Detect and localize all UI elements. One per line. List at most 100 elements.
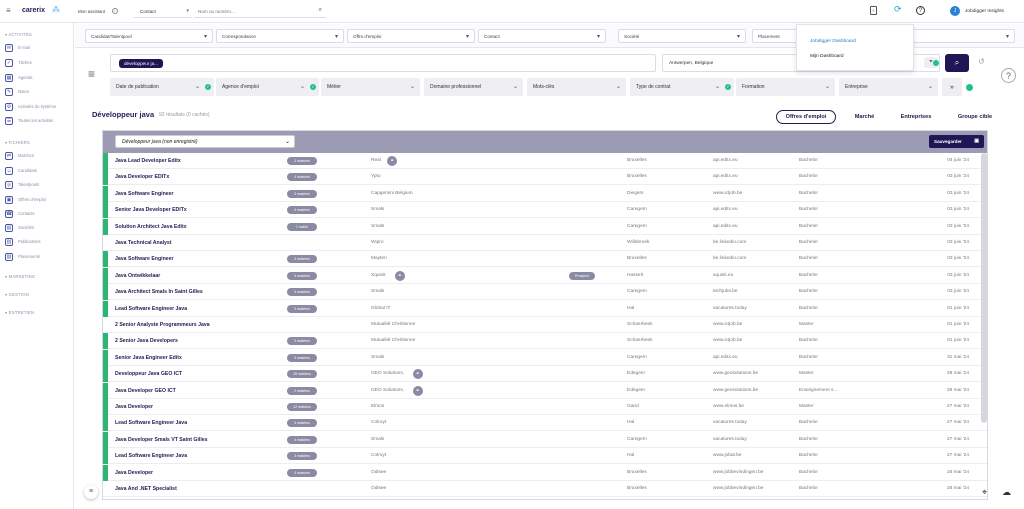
company-name[interactable]: Odisee xyxy=(371,486,386,491)
map-pin-icon[interactable]: ⌖ xyxy=(982,488,987,497)
source-site[interactable]: www.ictjob.be xyxy=(713,191,742,196)
company-name[interactable]: GEO Solutions, xyxy=(371,371,404,376)
matches-badge[interactable]: 1 match xyxy=(287,222,317,231)
job-title[interactable]: Developpeur Java GEO ICT xyxy=(115,371,182,377)
section-entretien[interactable]: ▾ ENTRETIEN xyxy=(5,310,34,315)
matches-badge[interactable]: 3 matches xyxy=(287,189,317,198)
source-site[interactable]: www.geosolutions.be xyxy=(713,371,758,376)
save-button[interactable]: Sauvegarder ▣ xyxy=(929,135,984,148)
reset-icon[interactable]: ↺ xyxy=(978,58,985,66)
filter-offre[interactable]: Offre d'emploi ▾ xyxy=(347,29,475,43)
filter-type-contrat[interactable]: Type de contrat ⌄ ✓ xyxy=(630,78,734,96)
company-name[interactable]: Xquisit xyxy=(371,273,385,278)
sidebar-item-placements[interactable]: ▧ Placements xyxy=(5,252,40,261)
tab-entreprises[interactable]: Entreprises xyxy=(892,110,940,124)
section-activites[interactable]: ▾ ACTIVITÉS xyxy=(5,32,32,37)
filter-date-publication[interactable]: Date de publication ⌄ ✓ xyxy=(110,78,214,96)
table-row[interactable]: 2 Senior Java Developers 3 matches Mutuali… xyxy=(103,333,987,350)
table-row[interactable]: Lead Software Engineer Java 3 matches Colr… xyxy=(103,448,987,465)
tab-groupe-cible[interactable]: Groupe cible xyxy=(946,110,1004,124)
job-title[interactable]: Java Software Engineer xyxy=(115,191,174,197)
matches-badge[interactable]: 3 matches xyxy=(287,353,317,362)
matches-badge[interactable]: 3 matches xyxy=(287,271,317,280)
matches-badge[interactable]: 3 matches xyxy=(287,419,317,428)
job-title[interactable]: Lead Software Engineer Java xyxy=(115,453,187,459)
company-name[interactable]: Mutualité Chrétienne xyxy=(371,338,415,343)
table-row[interactable]: Java Software Engineer 3 matches Capgemini… xyxy=(103,185,987,202)
job-title[interactable]: Java Software Engineer xyxy=(115,256,174,262)
search-button[interactable]: ⌕ xyxy=(945,54,969,72)
help-icon[interactable]: ? xyxy=(916,6,925,15)
company-name[interactable]: Smals xyxy=(371,207,384,212)
job-title[interactable]: 2 Senior Analyste Programmeurs Java xyxy=(115,322,210,328)
link-icon[interactable]: ⚭ xyxy=(412,369,423,380)
company-name[interactable]: Smals xyxy=(371,355,384,360)
sidebar-item-offres[interactable]: ▣ Offres d'emploi xyxy=(5,195,46,204)
job-title[interactable]: Java Developer GEO ICT xyxy=(115,388,176,394)
table-row[interactable]: Java And .NET Specialist Odisee Bruxelles w… xyxy=(103,481,987,497)
company-name[interactable]: Elmos xyxy=(371,404,384,409)
filter-entreprise[interactable]: Entreprise ⌄ xyxy=(839,78,938,96)
matches-badge[interactable]: 3 matches xyxy=(287,288,317,297)
company-name[interactable]: Mutualité Chrétienne xyxy=(371,322,415,327)
job-title[interactable]: Java Architect Smals In Saint Gilles xyxy=(115,289,203,295)
table-row[interactable]: Solution Architect Java Editx 1 match Smal… xyxy=(103,218,987,235)
tab-marche[interactable]: Marché xyxy=(842,110,887,124)
sidebar-item-taches[interactable]: ✓ Tâches xyxy=(5,58,32,67)
table-row[interactable]: Java Developer 12 matches Elmos Gand www.elm… xyxy=(103,399,987,415)
matches-badge[interactable]: 3 matches xyxy=(287,452,317,461)
matches-badge[interactable]: 3 matches xyxy=(287,337,317,346)
matches-badge[interactable]: 2 matches xyxy=(287,386,317,395)
source-site[interactable]: api.editx.eu xyxy=(713,158,738,163)
source-site[interactable]: techjobs.be xyxy=(713,289,738,294)
logo[interactable]: carerix xyxy=(22,7,45,14)
source-site[interactable]: www.jobbevindingen.be xyxy=(713,486,763,491)
filter-list-icon[interactable]: ≡ xyxy=(84,485,98,499)
company-name[interactable]: Smals xyxy=(371,289,384,294)
table-row[interactable]: Java Technical Analyst Wipro Willebroek be.… xyxy=(103,235,987,251)
table-row[interactable]: Java Developer GEO ICT 2 matches GEO Solut… xyxy=(103,382,987,399)
document-icon[interactable]: ≡ xyxy=(870,6,877,15)
user-name[interactable]: Jobdigger Insights xyxy=(965,9,1004,14)
section-marketing[interactable]: ▾ MARKETING xyxy=(5,274,35,279)
saved-search-select[interactable]: Développeur java (non enregistré) ⌄ xyxy=(115,135,295,148)
table-row[interactable]: Lead Software Engineer Java 3 matches Colr… xyxy=(103,415,987,432)
cloud-download-icon[interactable]: ☁ xyxy=(1002,488,1011,497)
contact-select[interactable]: Contact ▾ xyxy=(134,5,192,18)
company-name[interactable]: Wipro xyxy=(371,240,384,245)
sidebar-item-agenda[interactable]: ▦ Agenda xyxy=(5,73,32,82)
hamburger-icon[interactable]: ≡ xyxy=(88,68,95,80)
table-row[interactable]: Developpeur Java GEO ICT 25 matches GEO So… xyxy=(103,366,987,383)
sidebar-item-publications[interactable]: ▥ Publications xyxy=(5,237,41,246)
table-row[interactable]: Java Developer 4 matches Odisee Bruxelles ww… xyxy=(103,464,987,481)
filter-agence[interactable]: Agence d'emploi ⌄ ✓ xyxy=(216,78,319,96)
table-row[interactable]: Java Architect Smals In Saint Gilles 3 ma… xyxy=(103,284,987,301)
company-name[interactable]: Mayten xyxy=(371,256,387,261)
source-site[interactable]: api.editx.eu xyxy=(713,207,738,212)
job-title[interactable]: Java Developer EDITx xyxy=(115,174,169,180)
source-site[interactable]: vacatures.today xyxy=(713,306,747,311)
table-row[interactable]: Senior Java Developer EDITx 4 matches Smal… xyxy=(103,202,987,219)
filter-metier[interactable]: Métier ⌄ xyxy=(321,78,420,96)
table-row[interactable]: Java Lead Developer Editx 3 matches Real ⚭ B… xyxy=(103,153,987,169)
matches-badge[interactable]: 4 matches xyxy=(287,206,317,215)
source-site[interactable]: vacatures.today xyxy=(713,437,747,442)
search-tag[interactable]: développeur ja... xyxy=(119,59,163,68)
source-site[interactable]: www.ictjob.be xyxy=(713,338,742,343)
source-site[interactable]: api.editx.eu xyxy=(713,224,738,229)
link-icon[interactable]: ⚭ xyxy=(412,385,423,396)
job-title[interactable]: Java Developer Smals VT Saint Gilles xyxy=(115,437,208,443)
matches-badge[interactable]: 3 matches xyxy=(287,255,317,264)
job-title[interactable]: 2 Senior Java Developers xyxy=(115,338,178,344)
matches-badge[interactable]: 3 matches xyxy=(287,157,317,165)
company-name[interactable]: Smals xyxy=(371,437,384,442)
matches-badge[interactable]: 4 matches xyxy=(287,173,317,182)
table-row[interactable]: Java Developer Smals VT Saint Gilles 4 ma… xyxy=(103,431,987,448)
source-site[interactable]: www.jobbevindingen.be xyxy=(713,470,763,475)
dropdown-item-mijn[interactable]: Mijn Dashboard xyxy=(810,54,844,59)
job-title[interactable]: Lead Software Engineer Java xyxy=(115,306,187,312)
filter-correspondance[interactable]: Correspondance ▾ xyxy=(216,29,344,43)
job-title[interactable]: Java Technical Analyst xyxy=(115,240,172,246)
link-icon[interactable]: ⚭ xyxy=(394,270,405,281)
company-name[interactable]: GEO Solutions, xyxy=(371,388,404,393)
